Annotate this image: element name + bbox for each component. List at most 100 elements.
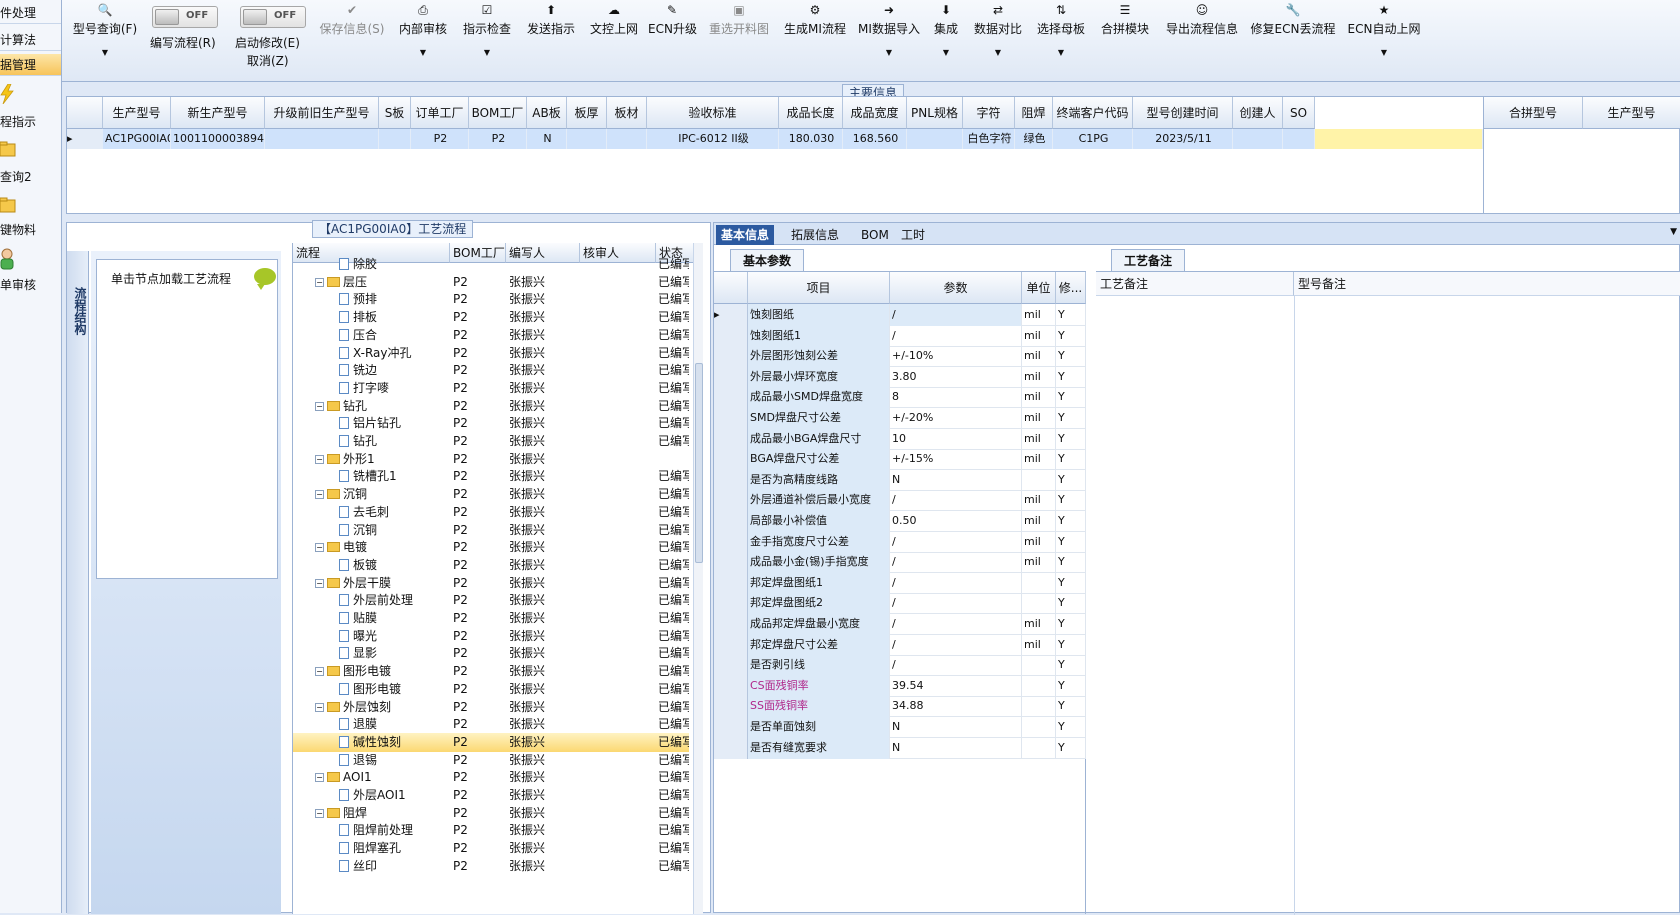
row-indicator[interactable]	[714, 592, 748, 615]
tree-row[interactable]: 退锡 P2 张振兴 已编写	[293, 751, 689, 770]
tree-row[interactable]: 退膜 P2 张振兴 已编写	[293, 715, 689, 734]
tree-row[interactable]: 排板 P2 张振兴 已编写	[293, 308, 689, 327]
cancel-button[interactable]: 取消(Z)	[247, 52, 289, 69]
row-indicator[interactable]	[714, 427, 748, 450]
param-row[interactable]: 邦定焊盘尺寸公差 / mil Y	[714, 633, 1086, 656]
collapse-icon[interactable]: −	[315, 578, 324, 588]
main-col-17[interactable]: 创建人	[1233, 97, 1283, 129]
main-col-6[interactable]: AB板	[527, 97, 567, 129]
main-cell-9[interactable]: IPC-6012 II级	[647, 129, 779, 149]
param-row[interactable]: 邦定焊盘图纸2 / Y	[714, 592, 1086, 615]
main-col-4[interactable]: 订单工厂	[411, 97, 469, 129]
main-cell-1[interactable]: 10011000038942	[171, 129, 265, 149]
main-cell-13[interactable]: 白色字符	[963, 129, 1015, 149]
main-cell-12[interactable]	[907, 129, 963, 149]
main-col-12[interactable]: PNL规格	[907, 97, 963, 129]
main-col-0[interactable]: 生产型号	[103, 97, 171, 129]
chevron-down-icon[interactable]: ▼	[1670, 227, 1677, 237]
main-cell-8[interactable]	[607, 129, 647, 149]
send-instruction-button[interactable]: ⬆ 发送指示	[524, 0, 578, 80]
row-indicator[interactable]	[714, 530, 748, 553]
param-row[interactable]: 成品最小金(锡)手指宽度 / mil Y	[714, 551, 1086, 574]
param-row[interactable]: SS面残铜率 34.88 Y	[714, 695, 1086, 718]
param-row[interactable]: ▸ 蚀刻图纸 / mil Y	[714, 304, 1086, 326]
param-row[interactable]: 是否有缝宽要求 N Y	[714, 736, 1086, 759]
nav-item-5[interactable]: 键物料	[0, 219, 61, 241]
main-col-7[interactable]: 板厚	[567, 97, 607, 129]
main-col-3[interactable]: S板	[379, 97, 411, 129]
tree-row[interactable]: X-Ray冲孔 P2 张振兴 已编写	[293, 344, 689, 363]
tree-row[interactable]: −AOI1 P2 张振兴 已编写	[293, 768, 689, 787]
main-col-8[interactable]: 板材	[607, 97, 647, 129]
main-col-2[interactable]: 升级前旧生产型号	[265, 97, 379, 129]
main-cell-7[interactable]	[567, 129, 607, 149]
main-cell-5[interactable]: P2	[469, 129, 527, 149]
main-col-16[interactable]: 型号创建时间	[1133, 97, 1233, 129]
tree-row[interactable]: 去毛刺 P2 张振兴 已编写	[293, 503, 689, 522]
main-col-13[interactable]: 字符	[963, 97, 1015, 129]
instruction-check-button[interactable]: ☑ 指示检查 ▼	[460, 0, 514, 80]
main-cell-10[interactable]: 180.030	[779, 129, 843, 149]
save-button[interactable]: ✔ 保存信息(S)	[316, 0, 388, 80]
tree-row[interactable]: −层压 P2 张振兴 已编写	[293, 273, 689, 292]
scroll-thumb[interactable]	[695, 363, 703, 563]
main-cell-4[interactable]: P2	[411, 129, 469, 149]
tree-row[interactable]: 曝光 P2 张振兴 已编写	[293, 627, 689, 646]
tree-row[interactable]: 预排 P2 张振兴 已编写	[293, 290, 689, 309]
row-indicator[interactable]	[714, 324, 748, 347]
reselect-image-button[interactable]: ▣ 重选开料图	[706, 0, 772, 80]
main-cell-3[interactable]	[379, 129, 411, 149]
tab-basic-info[interactable]: 基本信息	[716, 225, 775, 245]
tree-row[interactable]: 铝片钻孔 P2 张振兴 已编写	[293, 414, 689, 433]
nav-item-6[interactable]: 单审核	[0, 274, 61, 296]
tree-row[interactable]: 铣槽孔1 P2 张振兴 已编写	[293, 467, 689, 486]
collapse-icon[interactable]: −	[315, 773, 324, 783]
model-remark-input[interactable]	[1298, 298, 1676, 910]
query-button[interactable]: 🔍 型号查询(F) ▼	[70, 0, 140, 80]
flow-structure-tab[interactable]: 流程结构	[67, 251, 89, 914]
tree-row[interactable]: −外层干膜 P2 张振兴 已编写	[293, 574, 689, 593]
row-indicator[interactable]	[714, 613, 748, 635]
param-row[interactable]: 外层图形蚀刻公差 +/-10% mil Y	[714, 345, 1086, 368]
row-indicator[interactable]: ▸	[67, 129, 103, 149]
main-cell-17[interactable]	[1233, 129, 1283, 149]
tree-row[interactable]: 阻焊前处理 P2 张振兴 已编写	[293, 821, 689, 840]
col-unit[interactable]: 单位	[1022, 272, 1056, 304]
tree-row[interactable]: −外层蚀刻 P2 张振兴 已编写	[293, 698, 689, 717]
param-row[interactable]: 邦定焊盘图纸1 / Y	[714, 571, 1086, 594]
main-cell-14[interactable]: 绿色	[1015, 129, 1053, 149]
row-indicator[interactable]	[714, 654, 748, 677]
upload-file-button[interactable]: ☁ 文控上网	[587, 0, 641, 80]
row-indicator[interactable]	[714, 551, 748, 574]
tab-bom[interactable]: BOM	[856, 225, 894, 245]
internal-review-button[interactable]: ⎙ 内部审核 ▼	[396, 0, 450, 80]
tree-row[interactable]: −阻焊 P2 张振兴 已编写	[293, 804, 689, 823]
row-indicator[interactable]	[714, 468, 748, 491]
row-indicator[interactable]	[714, 407, 748, 429]
tab-extended-info[interactable]: 拓展信息	[786, 225, 844, 245]
main-col-18[interactable]: SO	[1283, 97, 1315, 129]
nav-item-4[interactable]: 查询2	[0, 166, 61, 188]
main-cell-6[interactable]: N	[527, 129, 567, 149]
collapse-icon[interactable]: −	[315, 401, 324, 411]
param-row[interactable]: 局部最小补偿值 0.50 mil Y	[714, 510, 1086, 532]
main-col-9[interactable]: 验收标准	[647, 97, 779, 129]
tree-row[interactable]: 压合 P2 张振兴 已编写	[293, 326, 689, 345]
main-col-11[interactable]: 成品宽度	[843, 97, 907, 129]
tree-row[interactable]: 钻孔 P2 张振兴 已编写	[293, 432, 689, 451]
tree-row[interactable]: 丝印 P2 张振兴 已编写	[293, 857, 689, 876]
row-indicator[interactable]	[714, 571, 748, 594]
tree-row[interactable]: − 外形1 P2 张振兴	[293, 450, 689, 469]
collapse-icon[interactable]: −	[315, 808, 324, 818]
tree-row[interactable]: −钻孔 P2 张振兴 已编写	[293, 397, 689, 416]
tree-row[interactable]: 图形电镀 P2 张振兴 已编写	[293, 680, 689, 699]
tree-row[interactable]: −沉铜 P2 张振兴 已编写	[293, 485, 689, 504]
collapse-icon[interactable]: −	[315, 543, 324, 553]
col-item[interactable]: 项目	[748, 272, 890, 304]
param-row[interactable]: SMD焊盘尺寸公差 +/-20% mil Y	[714, 407, 1086, 429]
param-row[interactable]: 成品邦定焊盘最小宽度 / mil Y	[714, 613, 1086, 635]
collapse-icon[interactable]: −	[315, 667, 324, 677]
main-cell-0[interactable]: AC1PG00IA0	[103, 129, 171, 149]
collapse-icon[interactable]: −	[315, 702, 324, 712]
tab-basic-params[interactable]: 基本参数	[730, 249, 805, 271]
